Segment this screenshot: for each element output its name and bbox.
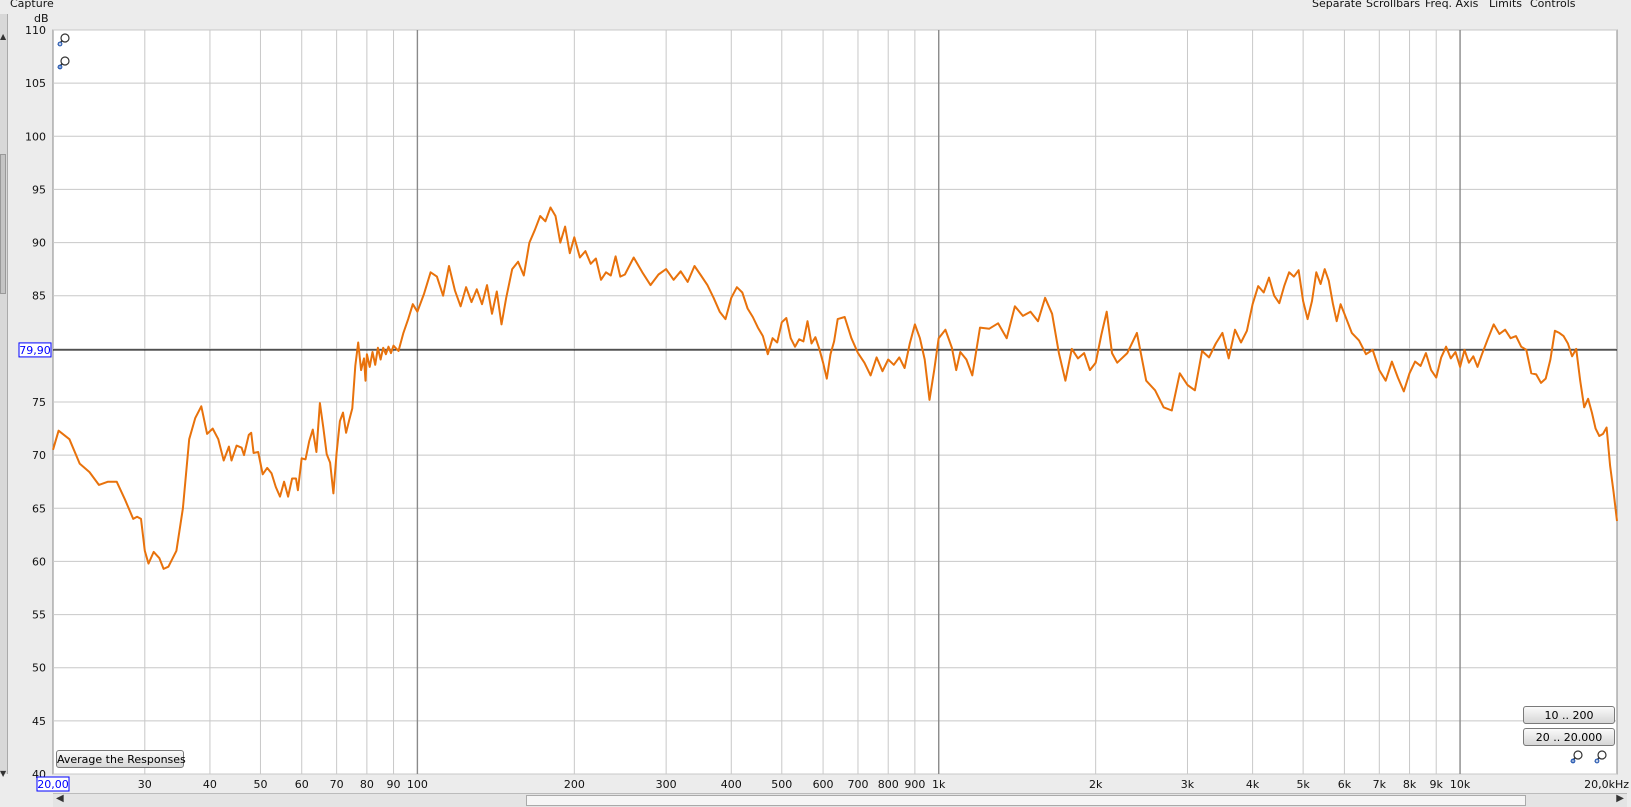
x-tick-label: 2k (1089, 778, 1103, 791)
y-tick-label: 65 (32, 502, 46, 515)
horizontal-scroll-thumb[interactable] (526, 795, 1526, 806)
x-tick-label: 100 (407, 778, 428, 791)
y-tick-label: 95 (32, 183, 46, 196)
x-tick-label: 400 (721, 778, 742, 791)
x-tick-label: 50 (253, 778, 267, 791)
range-20-20000-button[interactable]: 20 .. 20.000 (1523, 728, 1615, 746)
y-tick-label: 60 (32, 555, 46, 568)
x-tick-label: 4k (1246, 778, 1260, 791)
y-tick-label: 55 (32, 609, 46, 622)
range-10-200-button[interactable]: 10 .. 200 (1523, 706, 1615, 724)
x-tick-label: 6k (1338, 778, 1352, 791)
x-tick-labels: 30 40 50 60 70 80 90 100 200 300 400 500 600 700 800 90… (138, 778, 1471, 791)
y-tick-label: 50 (32, 662, 46, 675)
x-tick-label: 1k (932, 778, 946, 791)
y-tick-label: 45 (32, 715, 46, 728)
y-tick-label: 105 (25, 77, 46, 90)
y-tick-label: 110 (25, 24, 46, 37)
x-tick-label: 600 (813, 778, 834, 791)
x-tick-label: 200 (564, 778, 585, 791)
x-end-label: 20,0kHz (1584, 778, 1629, 791)
y-tick-label: 85 (32, 290, 46, 303)
y-tick-label: 90 (32, 237, 46, 250)
y-tick-labels: 110105100959085807570656055504540 (25, 24, 46, 781)
reference-level-text: 79,90 (19, 344, 51, 357)
scroll-left-arrow-icon[interactable]: ◀ (56, 793, 64, 804)
reference-level-label[interactable]: 79,90 (18, 342, 52, 358)
zoom-in-icon[interactable] (57, 33, 71, 47)
x-tick-label: 90 (387, 778, 401, 791)
x-tick-label: 10k (1450, 778, 1471, 791)
y-tick-label: 75 (32, 396, 46, 409)
y-tick-label: 70 (32, 449, 46, 462)
horizontal-zoom-in-icon[interactable] (1594, 750, 1608, 764)
x-tick-label: 900 (904, 778, 925, 791)
x-start-label[interactable]: 20,00 (36, 776, 70, 792)
x-tick-label: 300 (656, 778, 677, 791)
x-tick-label: 60 (295, 778, 309, 791)
horizontal-scrollbar[interactable]: ◀ ▶ (53, 793, 1627, 807)
x-tick-label: 500 (771, 778, 792, 791)
average-responses-button[interactable]: Average the Responses (56, 750, 186, 768)
x-tick-label: 5k (1296, 778, 1310, 791)
x-start-label-text: 20,00 (37, 778, 69, 791)
x-tick-label: 80 (360, 778, 374, 791)
x-tick-label: 40 (203, 778, 217, 791)
x-tick-label: 9k (1430, 778, 1444, 791)
x-tick-label: 8k (1403, 778, 1417, 791)
x-tick-label: 3k (1181, 778, 1195, 791)
y-tick-label: 100 (25, 130, 46, 143)
horizontal-zoom-out-icon[interactable] (1570, 750, 1584, 764)
x-tick-label: 70 (330, 778, 344, 791)
x-tick-label: 700 (847, 778, 868, 791)
scroll-right-arrow-icon[interactable]: ▶ (1616, 793, 1624, 804)
x-tick-label: 800 (878, 778, 899, 791)
zoom-out-icon[interactable] (57, 56, 71, 70)
frequency-response-chart[interactable]: 110 105 100 95 90 85 80 75 70 65 60 55 50 45 40 30 40 50… (0, 0, 1631, 807)
x-tick-label: 7k (1373, 778, 1387, 791)
x-tick-label: 30 (138, 778, 152, 791)
